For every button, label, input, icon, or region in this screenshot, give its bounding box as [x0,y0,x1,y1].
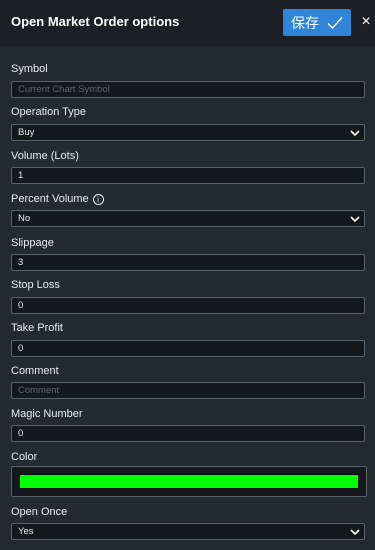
volume-label-text: Volume (Lots) [11,150,79,162]
order-options-panel: Open Market Order options 保存 × Symbol Cu… [0,0,375,550]
chevron-down-icon [350,216,360,223]
open-once-value: Yes [18,526,34,537]
open-once-select[interactable]: Yes [11,523,365,540]
operation-type-label-text: Operation Type [11,106,87,118]
take-profit-value: 0 [18,343,24,354]
panel-header: Open Market Order options 保存 × [0,0,375,46]
stop-loss-input[interactable]: 0 [11,297,365,314]
info-icon[interactable]: i [92,193,104,205]
save-button-label: 保存 [291,14,319,31]
operation-type-value: Buy [18,127,35,138]
volume-input[interactable]: 1 [11,167,365,184]
comment-input[interactable]: Comment [11,382,365,399]
color-label-text: Color [11,451,38,463]
open-once-label: Open Once [11,506,67,518]
chevron-down-icon [350,529,360,536]
magic-number-input[interactable]: 0 [11,425,365,442]
operation-type-select[interactable]: Buy [11,124,365,141]
panel-title: Open Market Order options [11,14,180,29]
percent-volume-value: No [18,213,31,224]
color-label: Color [11,451,37,463]
take-profit-label: Take Profit [11,322,63,334]
comment-label: Comment [11,365,59,377]
slippage-input[interactable]: 3 [11,254,365,271]
comment-label-text: Comment [11,365,59,377]
stop-loss-label: Stop Loss [11,279,60,291]
open-once-label-text: Open Once [11,506,68,518]
stop-loss-value: 0 [18,300,24,311]
take-profit-input[interactable]: 0 [11,340,365,357]
volume-value: 1 [18,170,24,181]
symbol-label-text: Symbol [11,63,48,75]
percent-volume-label: Percent Volume i [11,193,104,205]
slippage-label-text: Slippage [11,237,54,249]
volume-label: Volume (Lots) [11,150,79,162]
slippage-value: 3 [18,257,24,268]
comment-placeholder: Comment [18,385,60,396]
percent-volume-label-text: Percent Volume [11,193,89,205]
color-swatch[interactable] [19,474,359,489]
operation-type-label: Operation Type [11,106,86,118]
chevron-down-icon [350,130,360,137]
save-button[interactable]: 保存 [283,9,351,36]
slippage-label: Slippage [11,237,54,249]
symbol-input[interactable]: Current Chart Symbol [11,81,365,98]
magic-number-value: 0 [18,428,24,439]
symbol-placeholder: Current Chart Symbol [18,84,110,95]
magic-number-label-text: Magic Number [11,408,83,420]
symbol-label: Symbol [11,63,48,75]
check-icon [327,16,343,30]
magic-number-label: Magic Number [11,408,83,420]
stop-loss-label-text: Stop Loss [11,279,60,291]
take-profit-label-text: Take Profit [11,322,63,334]
percent-volume-select[interactable]: No [11,210,365,227]
color-picker[interactable] [11,466,367,497]
close-icon[interactable]: × [359,14,373,30]
